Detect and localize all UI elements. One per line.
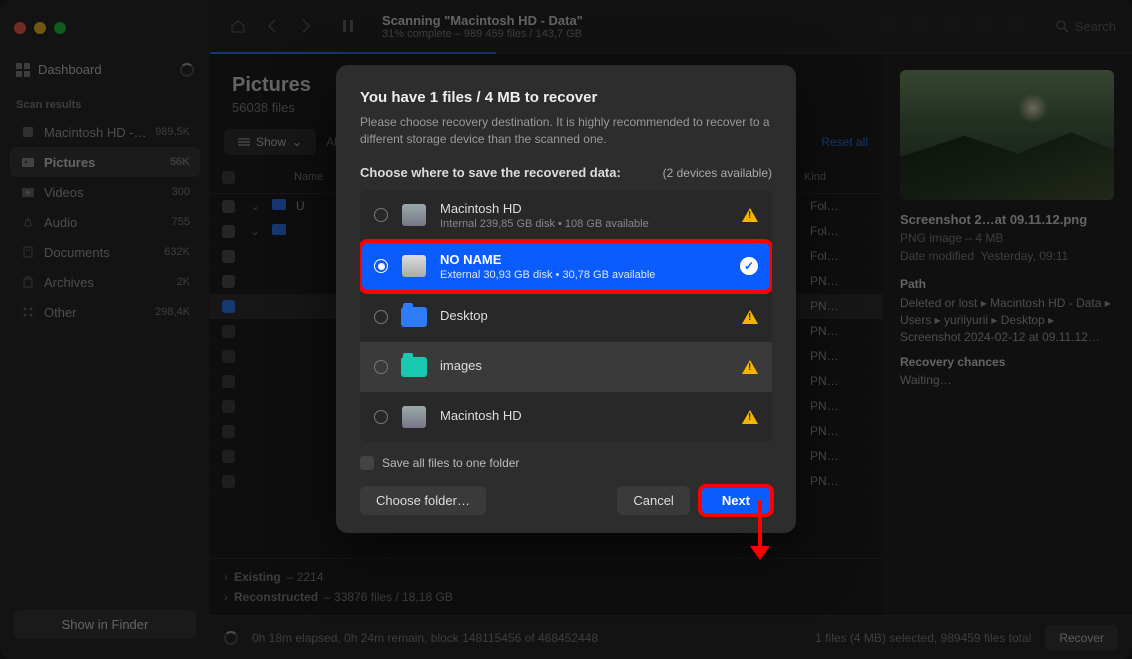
warning-icon: [742, 360, 758, 374]
folder-icon: [401, 357, 427, 377]
destination-item[interactable]: NO NAMEExternal 30,93 GB disk • 30,78 GB…: [360, 241, 772, 292]
warning-icon: [742, 310, 758, 324]
destination-item[interactable]: Macintosh HD: [360, 392, 772, 442]
hdd-icon: [402, 406, 426, 428]
recovery-destination-modal: You have 1 files / 4 MB to recover Pleas…: [336, 65, 796, 533]
destination-sub: Internal 239,85 GB disk • 108 GB availab…: [440, 218, 730, 230]
choose-destination-label: Choose where to save the recovered data:: [360, 165, 621, 180]
destination-name: Macintosh HD: [440, 201, 730, 218]
destination-item[interactable]: Desktop: [360, 292, 772, 342]
modal-title: You have 1 files / 4 MB to recover: [360, 89, 772, 106]
folder-icon: [401, 307, 427, 327]
external-disk-icon: [402, 255, 426, 277]
save-all-row[interactable]: Save all files to one folder: [360, 456, 772, 470]
devices-available: (2 devices available): [663, 166, 772, 180]
destination-name: Macintosh HD: [440, 408, 730, 425]
check-icon: ✓: [740, 257, 758, 275]
save-all-label: Save all files to one folder: [382, 456, 519, 470]
modal-description: Please choose recovery destination. It i…: [360, 114, 772, 149]
destination-sub: External 30,93 GB disk • 30,78 GB availa…: [440, 269, 728, 281]
cancel-button[interactable]: Cancel: [617, 486, 689, 515]
radio-button[interactable]: [374, 310, 388, 324]
destination-list: Macintosh HDInternal 239,85 GB disk • 10…: [360, 190, 772, 442]
hdd-icon: [402, 204, 426, 226]
warning-icon: [742, 208, 758, 222]
radio-button[interactable]: [374, 259, 388, 273]
choose-folder-button[interactable]: Choose folder…: [360, 486, 486, 515]
warning-icon: [742, 410, 758, 424]
annotation-arrow: [758, 500, 762, 550]
save-all-checkbox[interactable]: [360, 456, 374, 470]
radio-button[interactable]: [374, 360, 388, 374]
radio-button[interactable]: [374, 208, 388, 222]
destination-name: images: [440, 358, 730, 375]
destination-name: Desktop: [440, 308, 730, 325]
destination-name: NO NAME: [440, 252, 728, 269]
radio-button[interactable]: [374, 410, 388, 424]
destination-item[interactable]: Macintosh HDInternal 239,85 GB disk • 10…: [360, 190, 772, 241]
destination-item[interactable]: images: [360, 342, 772, 392]
